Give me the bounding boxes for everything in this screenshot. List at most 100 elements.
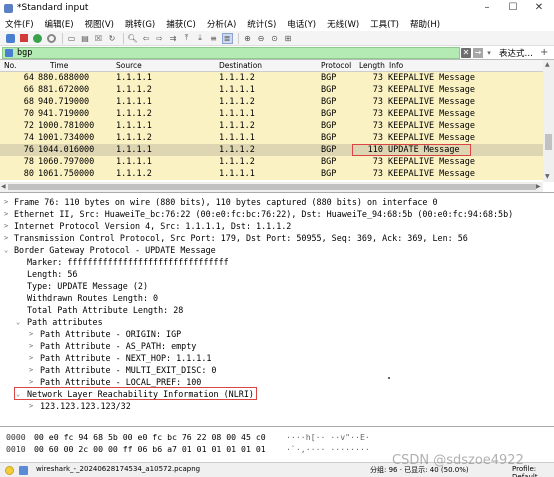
tree-item-ethernet[interactable]: > Ethernet II, Src: HuaweiTe_bc:76:22 (00… [0, 208, 554, 220]
scroll-down-icon[interactable]: ▼ [545, 173, 550, 180]
packet-row[interactable]: 70 941.719000 1.1.1.2 1.1.1.1 BGP 73 KEE… [0, 108, 543, 120]
chevron-right-icon[interactable]: > [29, 328, 33, 340]
tree-item-nlri-prefix[interactable]: >123.123.123.123/32 [0, 400, 554, 412]
last-icon[interactable]: ⤓ [195, 33, 206, 44]
minimize-icon[interactable]: – [474, 0, 500, 16]
tree-item-nlri[interactable]: ⌄ Network Layer Reachability Information … [0, 388, 554, 400]
column-header-no[interactable]: No. [4, 61, 16, 70]
open-file-icon[interactable]: ▭ [66, 33, 77, 44]
menu-go[interactable]: 跳转(G) [125, 18, 155, 30]
expression-button[interactable]: 表达式… [499, 47, 533, 59]
menu-file[interactable]: 文件(F) [5, 18, 34, 30]
chevron-right-icon[interactable]: > [29, 364, 33, 376]
autoscroll-icon[interactable]: ≡ [208, 33, 219, 44]
maximize-icon[interactable]: ☐ [500, 0, 526, 16]
zoom-out-icon[interactable]: ⊖ [256, 33, 267, 44]
scroll-up-icon[interactable]: ▲ [545, 61, 550, 68]
packet-row[interactable]: 68 940.719000 1.1.1.1 1.1.1.2 BGP 73 KEE… [0, 96, 543, 108]
packet-row[interactable]: 66 881.672000 1.1.1.2 1.1.1.1 BGP 73 KEE… [0, 84, 543, 96]
column-header-protocol[interactable]: Protocol [321, 61, 351, 70]
scrollbar-thumb[interactable] [545, 134, 552, 150]
scroll-right-icon[interactable]: ▶ [536, 183, 541, 190]
close-file-icon[interactable]: ☒ [93, 33, 104, 44]
column-header-length[interactable]: Length [359, 61, 385, 70]
menu-statistics[interactable]: 统计(S) [247, 18, 276, 30]
tree-item-attr-med[interactable]: > Path Attribute - MULTI_EXIT_DISC: 0 [0, 364, 554, 376]
tree-item-ip[interactable]: > Internet Protocol Version 4, Src: 1.1.1… [0, 220, 554, 232]
chevron-down-icon[interactable]: ⌄ [16, 316, 20, 328]
scrollbar-thumb[interactable] [8, 184, 536, 190]
chevron-right-icon[interactable]: > [29, 376, 33, 388]
add-filter-button[interactable]: + [540, 47, 548, 58]
chevron-down-icon[interactable]: ⌄ [16, 388, 20, 400]
apply-filter-icon[interactable]: → [473, 48, 483, 58]
options-gear-icon[interactable] [46, 33, 57, 44]
packet-row[interactable]: 80 1061.750000 1.1.1.2 1.1.1.1 BGP 73 KE… [0, 168, 543, 180]
menu-wireless[interactable]: 无线(W) [327, 18, 359, 30]
chevron-right-icon[interactable]: > [4, 220, 8, 232]
chevron-right-icon[interactable]: > [4, 232, 8, 244]
close-icon[interactable]: ✕ [526, 0, 552, 16]
packet-row[interactable]: 78 1060.797000 1.1.1.1 1.1.1.2 BGP 73 KE… [0, 156, 543, 168]
menu-view[interactable]: 视图(V) [85, 18, 114, 30]
chevron-right-icon[interactable]: > [29, 352, 33, 364]
find-icon[interactable]: 🔍︎ [127, 33, 138, 44]
tree-item-frame[interactable]: > Frame 76: 110 bytes on wire (880 bits),… [0, 196, 554, 208]
chevron-right-icon[interactable]: > [29, 340, 33, 352]
tree-item-attr-local-pref[interactable]: > Path Attribute - LOCAL_PREF: 100 [0, 376, 554, 388]
packet-row[interactable]: 72 1000.781000 1.1.1.1 1.1.1.2 BGP 73 KE… [0, 120, 543, 132]
packet-row[interactable]: 64 880.688000 1.1.1.1 1.1.1.2 BGP 73 KEE… [0, 72, 543, 84]
tree-item-total-attr-length[interactable]: Total Path Attribute Length: 28 [0, 304, 554, 316]
chevron-right-icon[interactable]: > [29, 400, 33, 412]
first-icon[interactable]: ⤒ [181, 33, 192, 44]
restart-icon[interactable] [32, 33, 43, 44]
menu-edit[interactable]: 编辑(E) [45, 18, 74, 30]
expert-info-icon[interactable] [5, 466, 14, 475]
shark-fin-icon[interactable] [5, 33, 16, 44]
packet-row[interactable]: 74 1001.734000 1.1.1.2 1.1.1.1 BGP 73 KE… [0, 132, 543, 144]
tree-item-tcp[interactable]: > Transmission Control Protocol, Src Port… [0, 232, 554, 244]
tree-item-attr-as-path[interactable]: > Path Attribute - AS_PATH: empty [0, 340, 554, 352]
menu-capture[interactable]: 捕获(C) [166, 18, 196, 30]
tree-item-length[interactable]: Length: 56 [0, 268, 554, 280]
go-to-icon[interactable]: ⇉ [168, 33, 179, 44]
menu-tools[interactable]: 工具(T) [370, 18, 399, 30]
chevron-right-icon[interactable]: > [4, 196, 8, 208]
save-file-icon[interactable]: ▤ [80, 33, 91, 44]
filter-bookmark-icon[interactable] [5, 49, 13, 57]
tree-item-attr-origin[interactable]: > Path Attribute - ORIGIN: IGP [0, 328, 554, 340]
bytes-row[interactable]: 0000 00 e0 fc 94 68 5b 00 e0 fc bc 76 22… [0, 431, 554, 443]
tree-item-bgp[interactable]: ⌄ Border Gateway Protocol - UPDATE Messag… [0, 244, 554, 256]
column-header-time[interactable]: Time [50, 61, 68, 70]
tree-item-type[interactable]: Type: UPDATE Message (2) [0, 280, 554, 292]
column-header-info[interactable]: Info [389, 61, 403, 70]
tree-item-withdrawn-length[interactable]: Withdrawn Routes Length: 0 [0, 292, 554, 304]
reload-icon[interactable]: ↻ [107, 33, 118, 44]
chevron-right-icon[interactable]: > [4, 208, 8, 220]
column-header-destination[interactable]: Destination [219, 61, 262, 70]
colorize-icon[interactable]: ≣ [221, 32, 233, 44]
packet-list-vertical-scrollbar[interactable]: ▲ ▼ [543, 60, 554, 182]
clear-filter-icon[interactable]: ✕ [461, 48, 471, 58]
display-filter-field[interactable] [2, 47, 460, 59]
resize-columns-icon[interactable]: ⊞ [283, 33, 294, 44]
stop-icon[interactable] [19, 33, 30, 44]
display-filter-input[interactable] [17, 48, 437, 58]
packet-list-horizontal-scrollbar[interactable]: ◀ ▶ [0, 182, 543, 192]
zoom-in-icon[interactable]: ⊕ [242, 33, 253, 44]
forward-icon[interactable]: ⇨ [154, 33, 165, 44]
chevron-down-icon[interactable]: ⌄ [4, 244, 8, 256]
zoom-reset-icon[interactable]: ⊙ [269, 33, 280, 44]
capture-comment-icon[interactable] [19, 466, 28, 475]
packet-row-selected[interactable]: 76 1044.016000 1.1.1.1 1.1.1.2 BGP 110 U… [0, 144, 543, 156]
tree-item-path-attributes[interactable]: ⌄ Path attributes [0, 316, 554, 328]
menu-analyze[interactable]: 分析(A) [207, 18, 236, 30]
menu-help[interactable]: 帮助(H) [410, 18, 440, 30]
scroll-left-icon[interactable]: ◀ [1, 183, 6, 190]
back-icon[interactable]: ⇦ [141, 33, 152, 44]
menu-telephony[interactable]: 电话(Y) [287, 18, 316, 30]
tree-item-marker[interactable]: Marker: ffffffffffffffffffffffffffffffff [0, 256, 554, 268]
tree-item-attr-next-hop[interactable]: > Path Attribute - NEXT_HOP: 1.1.1.1 [0, 352, 554, 364]
column-header-source[interactable]: Source [116, 61, 142, 70]
filter-history-chevron-down-icon[interactable]: ▾ [485, 48, 493, 58]
